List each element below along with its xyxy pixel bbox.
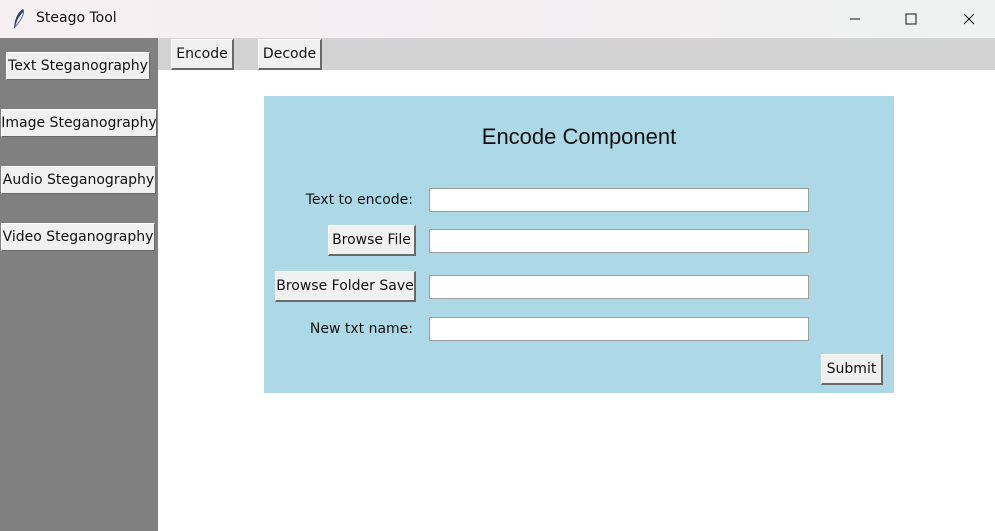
title-bar: Steago Tool [0,0,995,38]
panel-title: Encode Component [481,124,677,149]
tab-encode[interactable]: Encode [171,39,234,70]
new-txt-name-input[interactable] [429,317,809,341]
sidebar: Text Steganography Image Steganography A… [0,38,158,531]
window-title: Steago Tool [36,10,117,26]
maximize-button[interactable] [882,0,940,38]
sidebar-item-video-steganography[interactable]: Video Steganography [1,223,155,251]
browse-folder-save-button[interactable]: Browse Folder Save [275,271,416,302]
maximize-icon [905,13,917,25]
sidebar-item-image-steganography[interactable]: Image Steganography [1,109,157,137]
file-path-input[interactable] [429,229,809,253]
sidebar-item-text-steganography[interactable]: Text Steganography [6,52,150,80]
minimize-icon [850,18,860,20]
minimize-button[interactable] [826,0,884,38]
feather-icon [14,8,24,28]
close-button[interactable] [940,0,995,38]
encode-panel: Encode Component Text to encode: Browse … [264,96,894,393]
text-to-encode-label: Text to encode: [305,192,413,208]
tab-decode[interactable]: Decode [258,39,322,70]
sidebar-item-audio-steganography[interactable]: Audio Steganography [1,166,156,194]
text-to-encode-input[interactable] [429,188,809,212]
new-txt-name-label: New txt name: [309,321,413,337]
submit-button[interactable]: Submit [821,354,883,385]
browse-file-button[interactable]: Browse File [328,225,416,256]
folder-path-input[interactable] [429,275,809,299]
close-icon [963,13,975,25]
